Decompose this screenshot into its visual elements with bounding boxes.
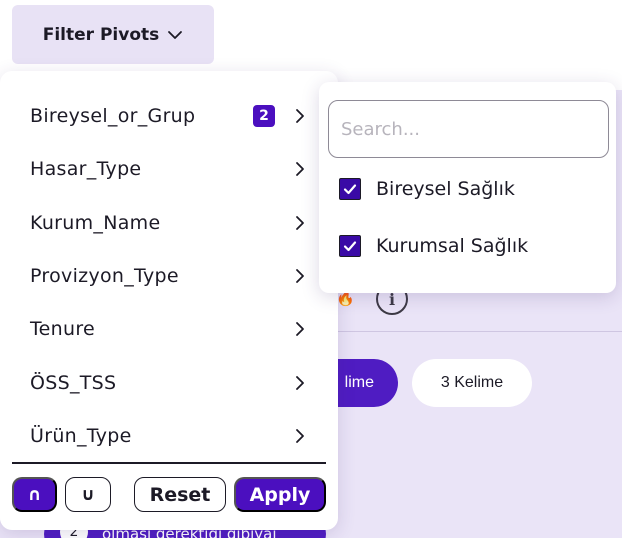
option-kurumsal-saglik[interactable]: Kurumsal Sağlık	[339, 228, 599, 264]
pivot-item-tenure[interactable]: Tenure	[0, 304, 338, 354]
option-label: Kurumsal Sağlık	[376, 235, 529, 257]
search-input[interactable]	[328, 100, 609, 158]
footer-divider	[12, 462, 326, 464]
chip-3-kelime-label: 3 Kelime	[440, 374, 504, 391]
pivot-item-oss-tss[interactable]: ÖSS_TSS	[0, 358, 338, 408]
pivot-item-label: Ürün_Type	[30, 425, 132, 447]
option-bireysel-saglik[interactable]: Bireysel Sağlık	[339, 171, 599, 207]
apply-button[interactable]: Apply	[234, 477, 326, 512]
pivot-item-label: Bireysel_or_Grup	[30, 105, 196, 127]
pivot-item-label: Provizyon_Type	[30, 265, 179, 287]
pivot-item-urun-type[interactable]: Ürün_Type	[0, 411, 338, 461]
chevron-right-icon	[296, 322, 304, 336]
reset-button[interactable]: Reset	[134, 477, 226, 512]
option-label: Bireysel Sağlık	[376, 178, 515, 200]
union-button[interactable]: ∪	[65, 477, 111, 512]
chevron-right-icon	[296, 109, 304, 123]
chip-selected-label: lime	[344, 374, 374, 391]
background-divider	[330, 331, 622, 332]
pivot-item-kurum-name[interactable]: Kurum_Name	[0, 198, 338, 248]
checkbox-checked[interactable]	[339, 178, 361, 200]
chevron-right-icon	[296, 269, 304, 283]
filter-pivots-label: Filter Pivots	[42, 24, 160, 45]
pivot-item-label: Kurum_Name	[30, 212, 161, 234]
filter-pivots-button[interactable]: Filter Pivots	[12, 5, 214, 64]
pivot-item-hasar-type[interactable]: Hasar_Type	[0, 144, 338, 194]
chevron-down-icon	[168, 30, 183, 39]
intersect-button[interactable]: ∩	[12, 477, 57, 512]
checkbox-checked[interactable]	[339, 235, 361, 257]
chevron-right-icon	[296, 429, 304, 443]
checkmark-icon	[343, 241, 357, 252]
pivot-item-provizyon-type[interactable]: Provizyon_Type	[0, 251, 338, 301]
chevron-right-icon	[296, 162, 304, 176]
pivot-item-label: Tenure	[30, 318, 96, 340]
pivot-item-bireysel-or-grup[interactable]: Bireysel_or_Grup 2	[0, 91, 338, 141]
pivot-item-label: Hasar_Type	[30, 158, 142, 180]
pivot-values-submenu: Bireysel Sağlık Kurumsal Sağlık	[319, 82, 616, 293]
checkmark-icon	[343, 184, 357, 195]
chevron-right-icon	[296, 376, 304, 390]
selection-count-badge: 2	[253, 105, 275, 127]
pivot-item-label: ÖSS_TSS	[30, 372, 117, 394]
chevron-right-icon	[296, 216, 304, 230]
chip-3-kelime[interactable]: 3 Kelime	[412, 359, 532, 407]
